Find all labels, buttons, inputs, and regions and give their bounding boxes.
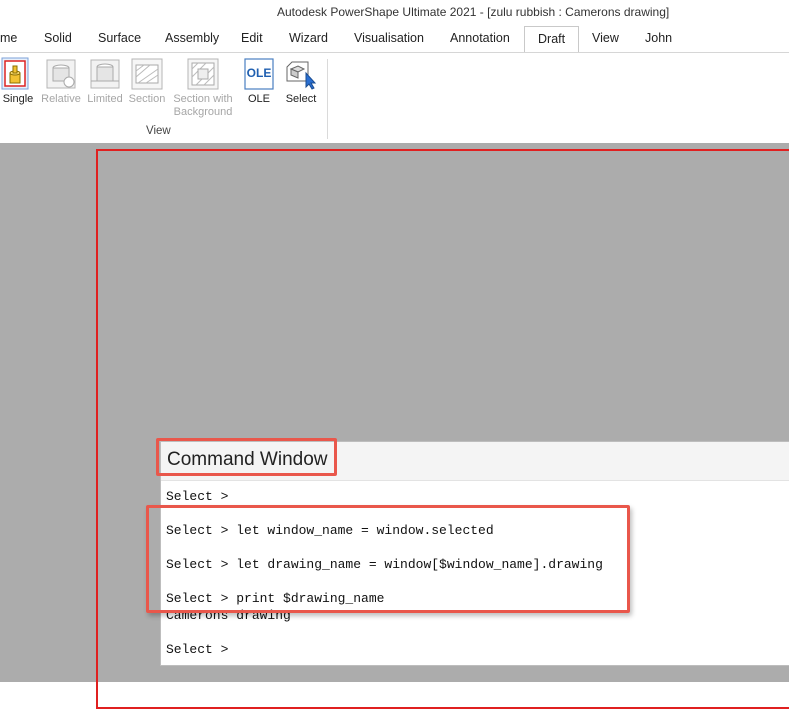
- section-label: Section: [128, 93, 166, 105]
- ole-label: OLE: [247, 93, 270, 105]
- ribbon-panel: Single Relative Limited Section Section …: [0, 52, 789, 144]
- tab-assembly[interactable]: Assembly: [165, 31, 219, 45]
- tab-view[interactable]: View: [592, 31, 619, 45]
- section-button[interactable]: Section: [126, 57, 168, 106]
- title-highlight-box: [156, 438, 337, 476]
- section-with-background-label: Section with: [173, 93, 233, 105]
- window-title: Autodesk PowerShape Ultimate 2021 - [zul…: [277, 5, 670, 19]
- commands-highlight-box: [146, 505, 630, 613]
- limited-view-icon: [88, 57, 122, 91]
- select-view-icon: [284, 57, 318, 91]
- group-separator: [327, 59, 328, 139]
- limited-button[interactable]: Limited: [85, 57, 125, 106]
- select-button[interactable]: Select: [283, 57, 319, 106]
- ribbon-tabs: me Solid Surface Assembly Edit Wizard Vi…: [0, 24, 789, 53]
- tab-solid[interactable]: Solid: [44, 31, 72, 45]
- tab-annotation[interactable]: Annotation: [450, 31, 510, 45]
- title-bar: Autodesk PowerShape Ultimate 2021 - [zul…: [0, 0, 789, 24]
- tab-home[interactable]: me: [0, 31, 17, 45]
- section-background-icon: [186, 57, 220, 91]
- ole-icon-text: OLE: [246, 66, 272, 80]
- select-label: Select: [285, 93, 317, 105]
- section-with-background-button[interactable]: Section with Background: [170, 57, 236, 119]
- tab-edit[interactable]: Edit: [241, 31, 263, 45]
- tab-visualisation[interactable]: Visualisation: [354, 31, 424, 45]
- relative-button[interactable]: Relative: [40, 57, 82, 106]
- section-view-icon: [130, 57, 164, 91]
- single-view-icon: [1, 57, 35, 91]
- command-line-1: Select >: [166, 489, 229, 504]
- relative-label: Relative: [41, 93, 81, 105]
- view-group-label: View: [146, 125, 171, 137]
- tab-wizard[interactable]: Wizard: [289, 31, 328, 45]
- tab-draft[interactable]: Draft: [524, 26, 580, 53]
- ole-button[interactable]: OLE OLE: [241, 57, 277, 106]
- limited-label: Limited: [87, 93, 123, 105]
- command-prompt[interactable]: Select >: [166, 642, 228, 657]
- ole-icon: OLE: [242, 57, 276, 91]
- single-button[interactable]: Single: [0, 57, 36, 106]
- section-with-background-label-2: Background: [173, 106, 233, 118]
- single-label: Single: [2, 93, 34, 105]
- tab-surface[interactable]: Surface: [98, 31, 141, 45]
- relative-view-icon: [44, 57, 78, 91]
- tab-john[interactable]: John: [645, 31, 672, 45]
